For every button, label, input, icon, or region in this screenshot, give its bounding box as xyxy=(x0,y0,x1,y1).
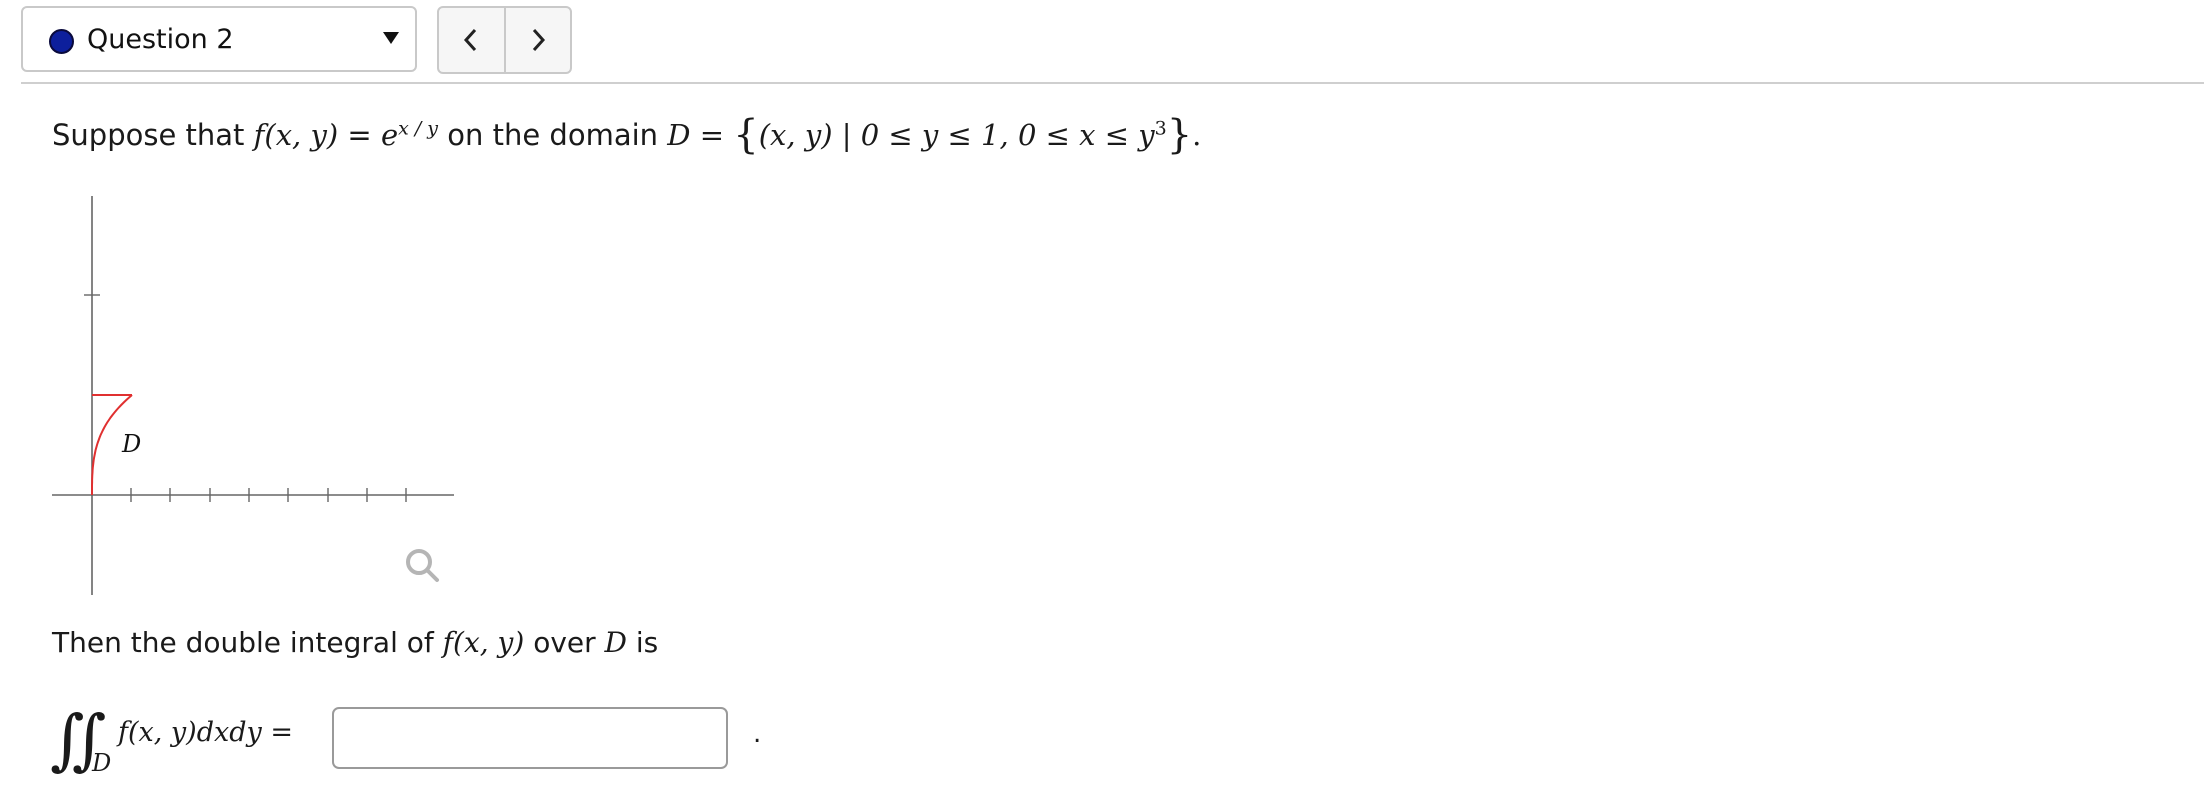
domain-symbol: D xyxy=(667,118,691,152)
function-equals: = xyxy=(347,118,372,152)
header-divider xyxy=(21,82,2204,84)
integral-intro-function: f(x, y) xyxy=(442,626,525,659)
trailing-period: . xyxy=(753,719,762,749)
chevron-left-icon xyxy=(463,28,477,52)
question-label: Question 2 xyxy=(87,24,234,55)
integrand: f(x, y)dxdy = xyxy=(118,717,293,748)
domain-equals: = xyxy=(699,118,725,152)
problem-prefix: Suppose that xyxy=(52,118,245,152)
function-lhs: f(x, y) xyxy=(253,118,339,152)
magnify-icon[interactable] xyxy=(406,549,439,582)
answer-input[interactable] xyxy=(332,707,728,769)
next-question-button[interactable] xyxy=(506,8,571,72)
domain-pair: (x, y) xyxy=(758,118,833,152)
domain-close-brace: } xyxy=(1166,112,1193,158)
integral-intro-is: is xyxy=(635,626,659,659)
function-base: e xyxy=(380,118,399,152)
integral-intro-text: Then the double integral of xyxy=(52,626,434,659)
integral-equation: ∬ D f(x, y)dxdy = . xyxy=(44,695,804,785)
problem-statement: Suppose that f(x, y) = ex / y on the dom… xyxy=(52,112,1201,158)
integral-intro-domain: D xyxy=(604,626,627,659)
graph-ticks xyxy=(84,294,407,502)
function-exponent: x / y xyxy=(398,117,439,140)
domain-bar: | xyxy=(841,118,852,152)
integral-subscript: D xyxy=(92,749,112,777)
chevron-right-icon xyxy=(532,28,546,52)
domain-conditions-exponent: 3 xyxy=(1154,117,1167,140)
dropdown-caret-icon xyxy=(383,32,399,44)
domain-conditions: 0 ≤ y ≤ 1, 0 ≤ x ≤ y xyxy=(860,118,1155,152)
region-label: D xyxy=(121,430,141,458)
previous-question-button[interactable] xyxy=(439,8,506,72)
domain-open-brace: { xyxy=(733,112,759,158)
problem-middle: on the domain xyxy=(447,118,659,152)
integral-intro: Then the double integral of f(x, y) over… xyxy=(52,626,658,659)
problem-end: . xyxy=(1192,118,1202,152)
question-status-dot xyxy=(49,29,74,54)
question-selector[interactable]: Question 2 xyxy=(21,6,417,72)
question-nav xyxy=(437,6,572,74)
domain-graph: D xyxy=(52,196,454,595)
integral-intro-over: over xyxy=(533,626,596,659)
